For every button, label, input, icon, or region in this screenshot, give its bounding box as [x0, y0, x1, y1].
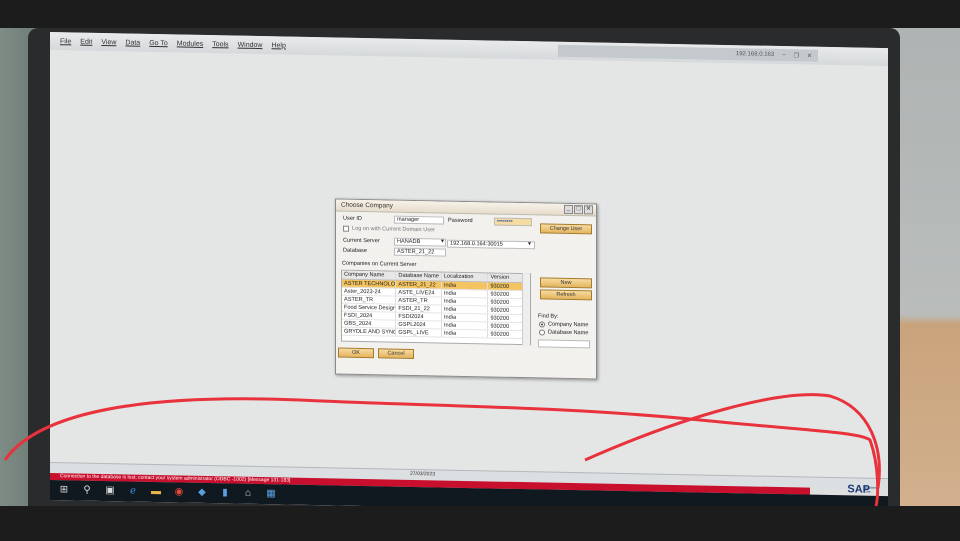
photo-background: File Edit View Data Go To Modules Tools … [0, 28, 960, 506]
annotation-cross [584, 393, 881, 489]
annotation-loop [3, 397, 880, 506]
red-annotation-scribble [3, 393, 881, 506]
